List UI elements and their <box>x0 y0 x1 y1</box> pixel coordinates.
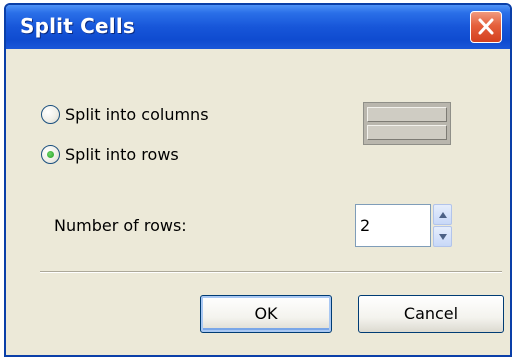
split-columns-option[interactable]: Split into columns <box>41 102 209 126</box>
close-button[interactable] <box>470 11 502 43</box>
preview-row-bottom <box>367 125 447 140</box>
split-columns-label: Split into columns <box>65 104 209 124</box>
dialog-title: Split Cells <box>20 14 136 38</box>
split-rows-radio[interactable] <box>41 144 60 164</box>
chevron-up-icon <box>439 212 447 218</box>
number-of-rows-spinner[interactable] <box>433 204 452 247</box>
split-cells-dialog: Split Cells Split into columns Split int… <box>4 3 512 357</box>
cancel-button[interactable]: Cancel <box>358 295 504 333</box>
number-of-rows-input[interactable]: 2 <box>355 204 431 247</box>
close-icon <box>478 18 494 35</box>
spin-up-button[interactable] <box>433 204 452 225</box>
split-columns-radio[interactable] <box>41 104 60 124</box>
title-bar[interactable]: Split Cells <box>6 5 510 49</box>
separator <box>40 271 502 273</box>
split-rows-label: Split into rows <box>65 144 179 164</box>
spin-down-button[interactable] <box>433 226 452 247</box>
number-of-rows-label: Number of rows: <box>54 216 187 235</box>
split-preview-image <box>363 102 451 145</box>
radio-selected-dot <box>47 150 54 158</box>
chevron-down-icon <box>439 234 447 240</box>
preview-row-top <box>367 107 447 122</box>
split-rows-option[interactable]: Split into rows <box>41 142 179 166</box>
ok-button[interactable]: OK <box>200 295 332 333</box>
